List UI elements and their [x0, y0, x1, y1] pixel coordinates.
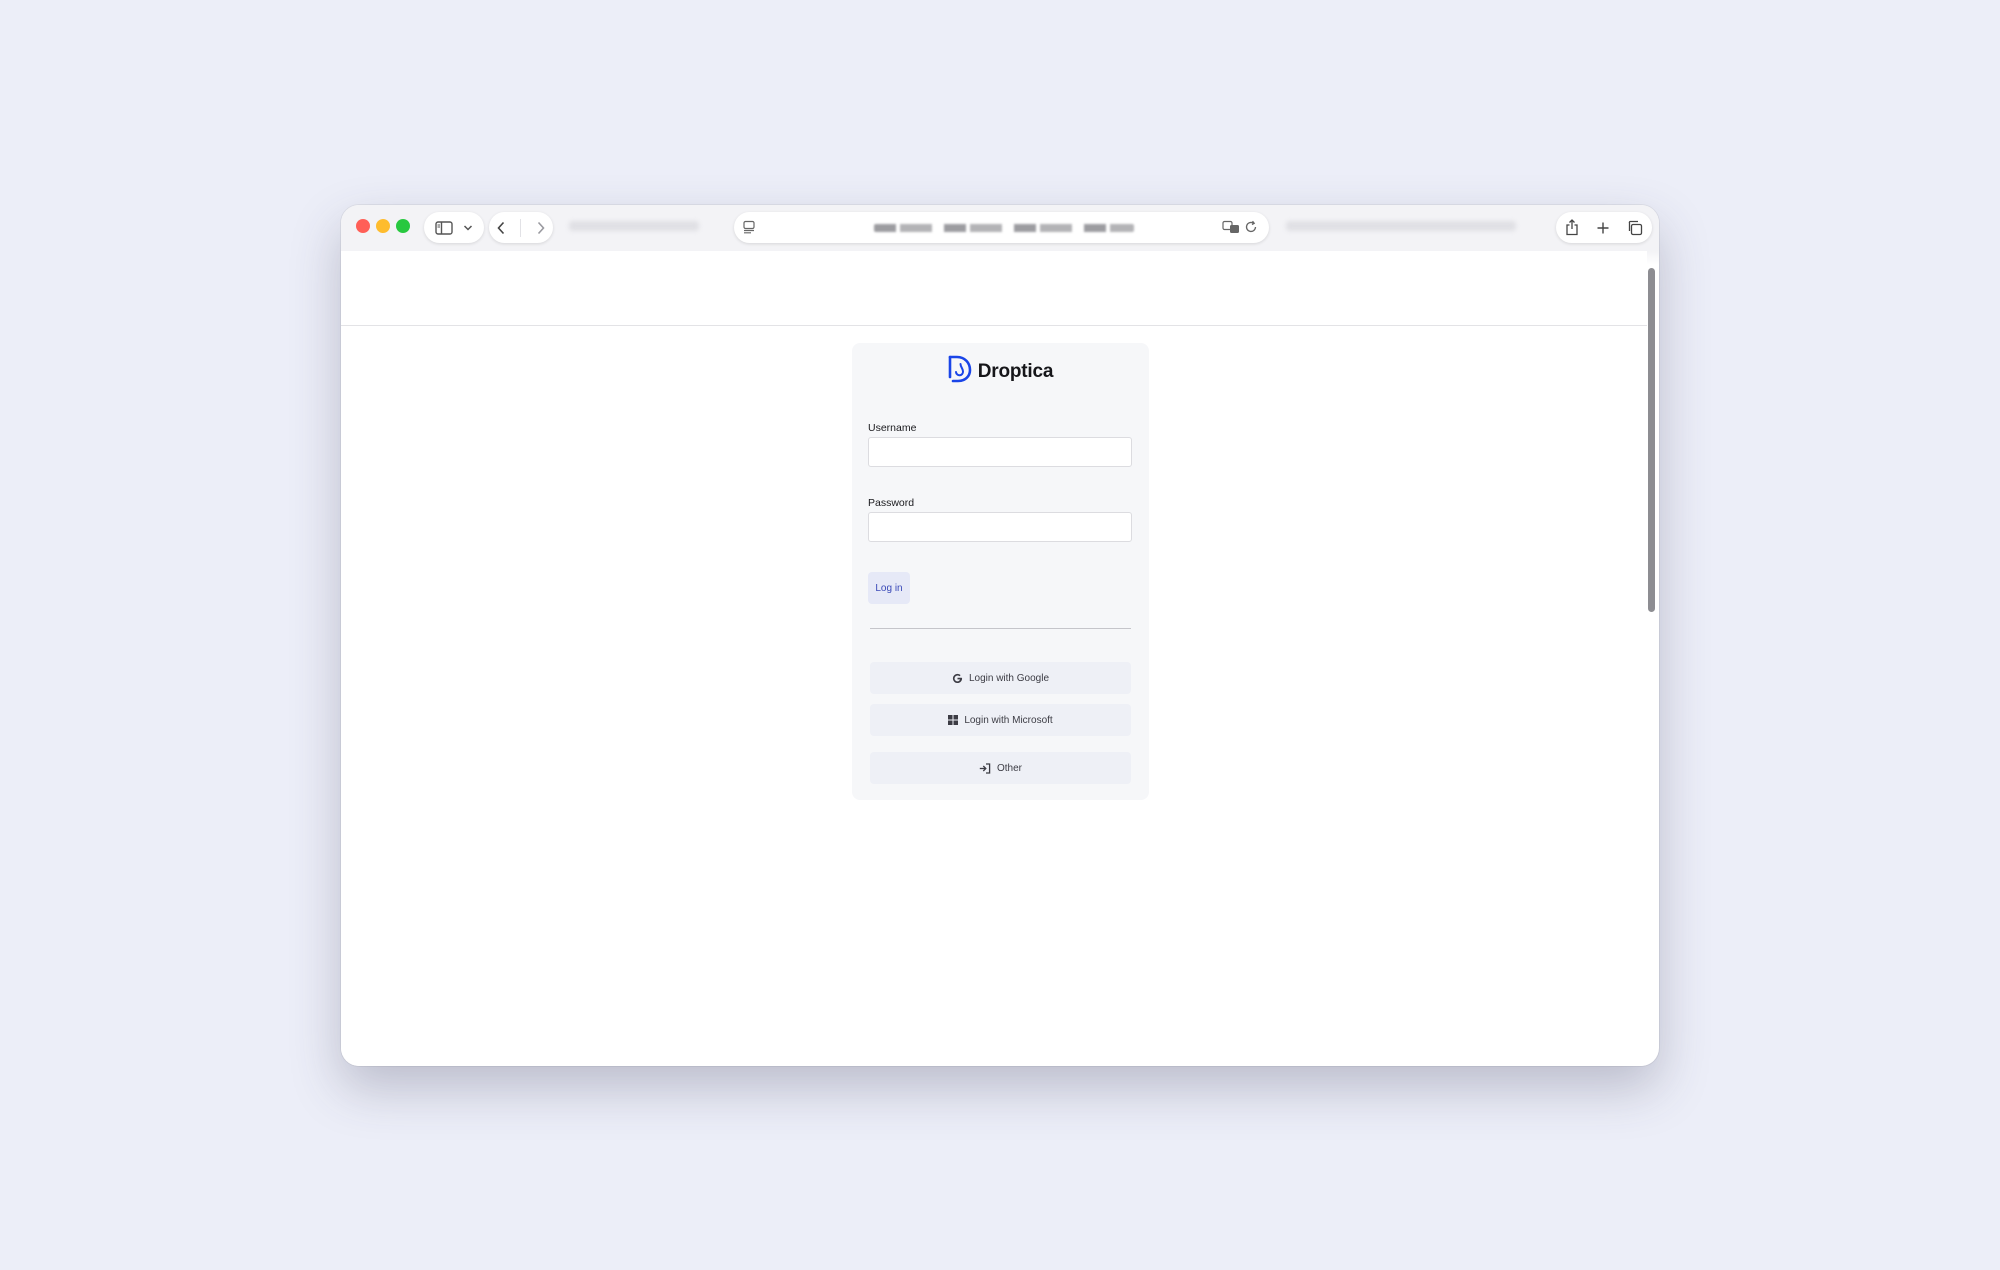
nav-separator	[520, 218, 522, 237]
header-divider	[341, 325, 1647, 326]
form-divider	[870, 628, 1131, 629]
login-card: Droptica Username Password Log in Login …	[852, 343, 1149, 800]
tab-bar-blur	[569, 221, 699, 231]
brand-name: Droptica	[977, 360, 1054, 382]
username-input[interactable]	[868, 437, 1132, 467]
minimize-window-button[interactable]	[376, 219, 390, 233]
tab-overview-icon[interactable]	[1627, 220, 1643, 236]
google-button-label: Login with Google	[968, 672, 1050, 684]
translate-icon[interactable]	[1222, 220, 1240, 239]
page-content: Droptica Username Password Log in Login …	[341, 251, 1647, 1066]
reload-icon[interactable]	[1244, 220, 1258, 239]
navigation-group	[489, 212, 553, 243]
sidebar-icon[interactable]	[435, 220, 453, 235]
share-icon[interactable]	[1565, 219, 1579, 236]
login-with-google-button[interactable]: Login with Google	[870, 662, 1131, 694]
new-tab-icon[interactable]	[1596, 221, 1610, 235]
address-bar[interactable]	[734, 212, 1269, 243]
password-input[interactable]	[868, 512, 1132, 542]
zoom-window-button[interactable]	[396, 219, 410, 233]
username-label: Username	[868, 422, 917, 434]
back-icon[interactable]	[496, 221, 506, 235]
page-scrollbar[interactable]	[1648, 268, 1655, 612]
login-other-button[interactable]: Other	[870, 752, 1131, 784]
close-window-button[interactable]	[356, 219, 370, 233]
password-label: Password	[868, 497, 915, 509]
sign-in-icon	[979, 762, 991, 774]
google-icon	[952, 673, 963, 684]
log-in-button[interactable]: Log in	[868, 572, 910, 604]
browser-toolbar	[341, 205, 1659, 251]
microsoft-button-label: Login with Microsoft	[964, 714, 1053, 726]
brand-logo: Droptica	[852, 355, 1149, 388]
reader-icon[interactable]	[742, 220, 756, 239]
login-with-microsoft-button[interactable]: Login with Microsoft	[870, 704, 1131, 736]
window-actions-group	[1556, 212, 1652, 243]
sidebar-toggle-group	[424, 212, 484, 243]
microsoft-icon	[948, 715, 959, 725]
other-button-label: Other	[996, 762, 1022, 774]
tab-bar-blur	[1286, 221, 1516, 231]
browser-window: Droptica Username Password Log in Login …	[341, 205, 1659, 1066]
forward-icon[interactable]	[536, 221, 546, 235]
chevron-down-icon[interactable]	[463, 224, 473, 232]
droptica-logo-icon	[948, 355, 972, 388]
url-text	[874, 224, 1134, 232]
